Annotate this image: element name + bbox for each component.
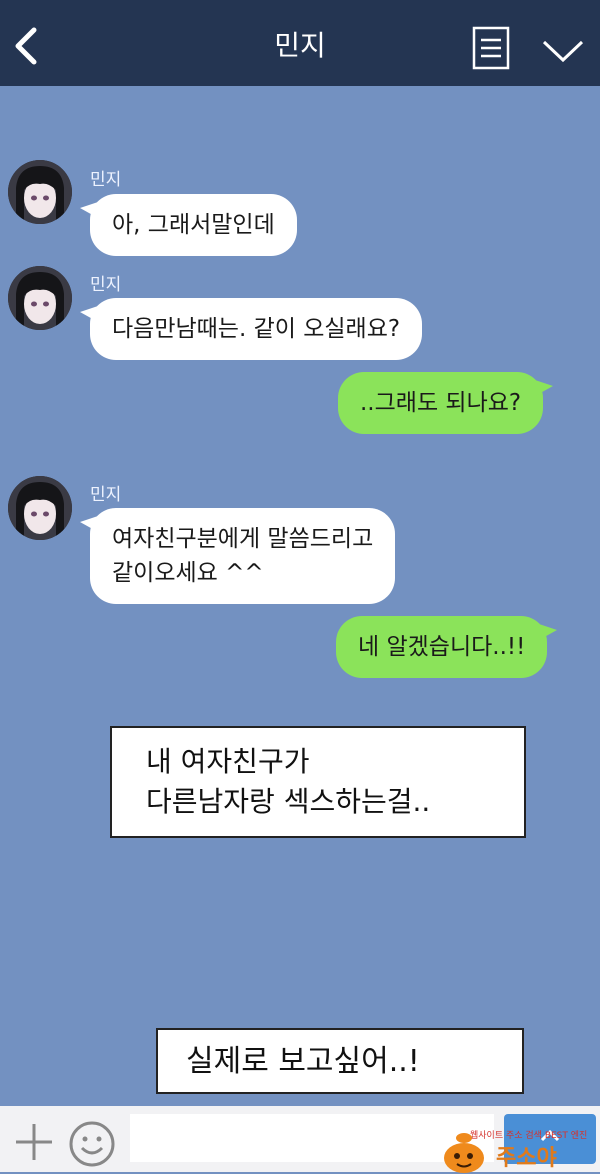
- message-text: ..그래도 되나요?: [360, 390, 522, 416]
- caption-box: 내 여자친구가 다른남자랑 섹스하는걸..: [110, 726, 526, 838]
- sender-name: 민지: [90, 275, 122, 295]
- chat-header: 민지: [0, 0, 600, 86]
- contact-avatar[interactable]: [8, 266, 72, 330]
- emoji-icon[interactable]: [68, 1120, 116, 1168]
- sender-name: 민지: [90, 170, 122, 190]
- chevron-down-icon[interactable]: [540, 36, 586, 66]
- caption-line: 다른남자랑 섹스하는걸..: [146, 785, 431, 818]
- incoming-message[interactable]: 여자친구분에게 말씀드리고 같이오세요 ^^: [79, 508, 396, 604]
- avatar-image: [8, 160, 72, 224]
- message-text: 같이오세요 ^^: [112, 560, 264, 586]
- watermark-brand: 주소야: [496, 1146, 557, 1171]
- watermark-logo: 웹사이트 주소 검색 BEST 엔진 주소야: [440, 1126, 600, 1173]
- chat-title: 민지: [274, 29, 326, 62]
- outgoing-message[interactable]: 네 알겠습니다..!!: [336, 616, 558, 678]
- sender-name: 민지: [90, 485, 122, 505]
- caption-line: 내 여자친구가: [146, 745, 310, 778]
- caption-line: 실제로 보고싶어..!: [186, 1044, 420, 1079]
- contact-avatar[interactable]: [8, 160, 72, 224]
- message-text: 아, 그래서말인데: [112, 212, 275, 238]
- avatar-image: [8, 266, 72, 330]
- incoming-message[interactable]: 다음만남때는. 같이 오실래요?: [79, 298, 423, 360]
- caption-box: 실제로 보고싶어..!: [156, 1028, 524, 1094]
- avatar-image: [8, 476, 72, 540]
- back-arrow-icon[interactable]: [12, 26, 42, 66]
- message-text: 다음만남때는. 같이 오실래요?: [112, 316, 401, 342]
- contact-avatar[interactable]: [8, 476, 72, 540]
- menu-icon[interactable]: [472, 26, 510, 70]
- incoming-message[interactable]: 아, 그래서말인데: [80, 194, 297, 256]
- message-text: 네 알겠습니다..!!: [358, 634, 526, 660]
- plus-icon[interactable]: [14, 1122, 54, 1162]
- outgoing-message[interactable]: ..그래도 되나요?: [338, 372, 554, 434]
- message-text: 여자친구분에게 말씀드리고: [112, 526, 374, 552]
